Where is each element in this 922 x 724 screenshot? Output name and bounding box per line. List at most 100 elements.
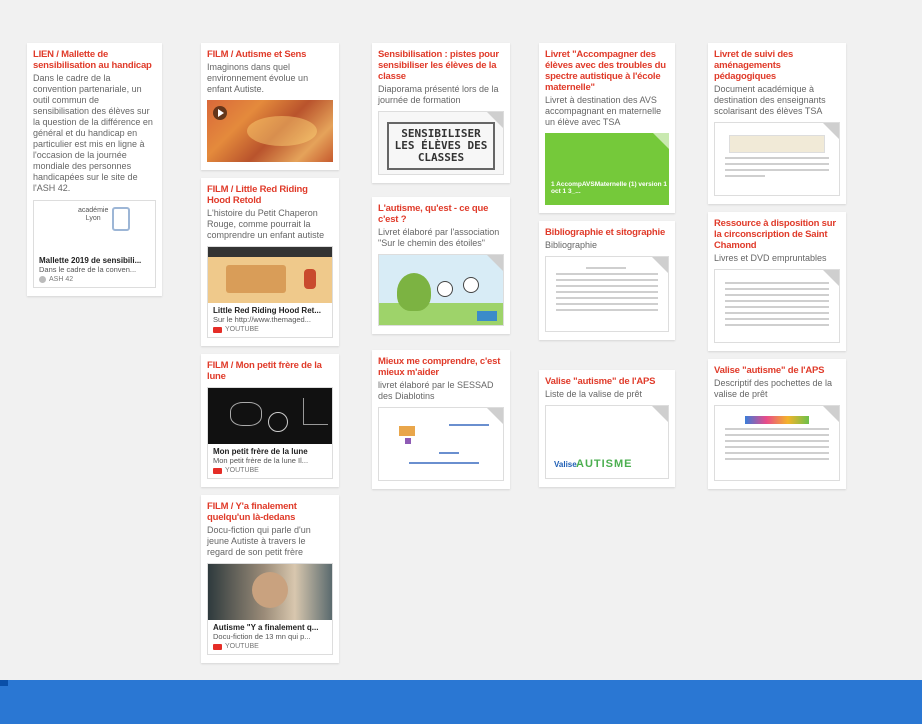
doc-line	[449, 424, 489, 426]
youtube-icon	[213, 643, 222, 650]
doc-line	[725, 157, 829, 159]
document-preview[interactable]	[378, 254, 504, 326]
card-title[interactable]: Livret "Accompagner des élèves avec des …	[545, 49, 669, 93]
doc-line	[556, 285, 658, 287]
card-title[interactable]: LIEN / Mallette de sensibilisation au ha…	[33, 49, 156, 71]
cover-character-2	[463, 277, 479, 293]
embed-source-label: YOUTUBE	[225, 326, 259, 333]
thumbnail-figure	[304, 269, 316, 289]
bottom-bar	[0, 680, 922, 724]
card-title[interactable]: FILM / Autisme et Sens	[207, 49, 333, 60]
doc-line	[556, 297, 658, 299]
card-title[interactable]: L'autisme, qu'est - ce que c'est ?	[378, 203, 504, 225]
doc-line	[725, 324, 829, 326]
doc-line	[725, 452, 829, 454]
page-fold-icon	[823, 123, 839, 139]
doc-line	[725, 312, 829, 314]
card-description: Bibliographie	[545, 240, 598, 250]
link-preview[interactable]: académie Lyon Mallette 2019 de sensibili…	[33, 200, 156, 288]
card-description: Descriptif des pochettes de la valise de…	[714, 378, 833, 399]
card-autisme-quest-ce[interactable]: L'autisme, qu'est - ce que c'est ? Livre…	[372, 197, 510, 334]
cover-badge	[477, 311, 497, 321]
card-description: Livres et DVD empruntables	[714, 253, 827, 263]
page-fold-icon	[487, 112, 503, 128]
card-sensibilisation[interactable]: Sensibilisation : pistes pour sensibilis…	[372, 43, 510, 183]
doc-line	[725, 163, 829, 165]
card-title[interactable]: Livret de suivi des aménagements pédagog…	[714, 49, 840, 82]
youtube-embed[interactable]: Autisme "Y a finalement q... Docu-fictio…	[207, 563, 333, 655]
embed-source: YOUTUBE	[208, 465, 332, 478]
doc-line	[725, 434, 829, 436]
document-preview[interactable]	[714, 269, 840, 343]
embed-source-label: YOUTUBE	[225, 643, 259, 650]
card-mallette[interactable]: LIEN / Mallette de sensibilisation au ha…	[27, 43, 162, 296]
thumbnail-art	[226, 265, 286, 293]
card-description: L'histoire du Petit Chaperon Rouge, comm…	[207, 208, 325, 240]
card-valise-autisme-1[interactable]: Valise "autisme" de l'APS Liste de la va…	[539, 370, 675, 487]
card-title[interactable]: Sensibilisation : pistes pour sensibilis…	[378, 49, 504, 82]
card-title[interactable]: Valise "autisme" de l'APS	[714, 365, 840, 376]
video-thumbnail[interactable]	[208, 388, 332, 444]
doc-line	[556, 303, 658, 305]
logo-mark-icon	[112, 207, 130, 231]
document-filename: 1 AccompAVSMaternelle (1) version 1 oct …	[551, 181, 667, 195]
youtube-embed[interactable]: Little Red Riding Hood Ret... Sur le htt…	[207, 246, 333, 338]
embed-title: Little Red Riding Hood Ret...	[213, 306, 321, 315]
column-2: FILM / Autisme et Sens Imaginons dans qu…	[201, 43, 339, 671]
page-fold-icon	[652, 257, 668, 273]
video-thumbnail[interactable]	[207, 100, 333, 162]
card-bibliographie[interactable]: Bibliographie et sitographie Bibliograph…	[539, 221, 675, 340]
column-1: LIEN / Mallette de sensibilisation au ha…	[27, 43, 162, 304]
embed-subtitle: Mon petit frère de la lune Il...	[213, 456, 309, 465]
doc-line	[439, 452, 459, 454]
document-preview[interactable]	[714, 122, 840, 196]
doc-line	[409, 462, 479, 464]
card-livret-accompagner[interactable]: Livret "Accompagner des élèves avec des …	[539, 43, 675, 213]
play-icon[interactable]	[213, 106, 227, 120]
document-preview[interactable]: Valise AUTISME	[545, 405, 669, 479]
document-preview[interactable]: SENSIBILISER LES ÉLÈVES DES CLASSES	[378, 111, 504, 175]
doc-line	[725, 446, 829, 448]
embed-source-label: YOUTUBE	[225, 467, 259, 474]
document-preview[interactable]	[545, 256, 669, 332]
card-ya-finalement[interactable]: FILM / Y'a finalement quelqu'un là-dedan…	[201, 495, 339, 663]
card-description: livret élaboré par le SESSAD des Diablot…	[378, 380, 494, 401]
page-fold-icon	[823, 406, 839, 422]
card-title[interactable]: FILM / Y'a finalement quelqu'un là-dedan…	[207, 501, 333, 523]
embed-subtitle: Dans le cadre de la conven...	[39, 265, 137, 274]
doc-line	[556, 273, 658, 275]
doc-line	[725, 428, 829, 430]
card-valise-autisme-2[interactable]: Valise "autisme" de l'APS Descriptif des…	[708, 359, 846, 489]
card-livret-de-suivi[interactable]: Livret de suivi des aménagements pédagog…	[708, 43, 846, 204]
doc-line	[725, 282, 829, 284]
slide-banner: SENSIBILISER LES ÉLÈVES DES CLASSES	[387, 122, 495, 170]
doc-line	[725, 288, 829, 290]
doc-logo	[399, 426, 415, 436]
document-preview[interactable]	[714, 405, 840, 481]
document-preview[interactable]	[378, 407, 504, 481]
embed-title: Mallette 2019 de sensibili...	[39, 256, 142, 265]
doc-line	[556, 279, 658, 281]
card-little-red-riding-hood[interactable]: FILM / Little Red Riding Hood Retold L'h…	[201, 178, 339, 346]
card-autisme-et-sens[interactable]: FILM / Autisme et Sens Imaginons dans qu…	[201, 43, 339, 170]
card-ressource-saint-chamond[interactable]: Ressource à disposition sur la circonscr…	[708, 212, 846, 351]
doc-color-logo	[745, 416, 809, 424]
card-description: Dans le cadre de la convention partenari…	[33, 73, 153, 193]
card-mieux-me-comprendre[interactable]: Mieux me comprendre, c'est mieux m'aider…	[372, 350, 510, 489]
doc-line	[725, 318, 829, 320]
card-title[interactable]: Bibliographie et sitographie	[545, 227, 669, 238]
card-title[interactable]: FILM / Mon petit frère de la lune	[207, 360, 333, 382]
card-title[interactable]: FILM / Little Red Riding Hood Retold	[207, 184, 333, 206]
card-title[interactable]: Valise "autisme" de l'APS	[545, 376, 669, 387]
document-preview[interactable]: 1 AccompAVSMaternelle (1) version 1 oct …	[545, 133, 669, 205]
youtube-embed[interactable]: Mon petit frère de la lune Mon petit frè…	[207, 387, 333, 479]
video-thumbnail[interactable]	[208, 564, 332, 620]
card-mon-petit-frere[interactable]: FILM / Mon petit frère de la lune Mon pe…	[201, 354, 339, 487]
card-description: Liste de la valise de prêt	[545, 389, 643, 399]
card-title[interactable]: Mieux me comprendre, c'est mieux m'aider	[378, 356, 504, 378]
video-thumbnail[interactable]	[208, 247, 332, 303]
card-description: Document académique à destination des en…	[714, 84, 826, 116]
card-title[interactable]: Ressource à disposition sur la circonscr…	[714, 218, 840, 251]
doc-line	[725, 440, 829, 442]
column-4: Livret "Accompagner des élèves avec des …	[539, 43, 675, 495]
